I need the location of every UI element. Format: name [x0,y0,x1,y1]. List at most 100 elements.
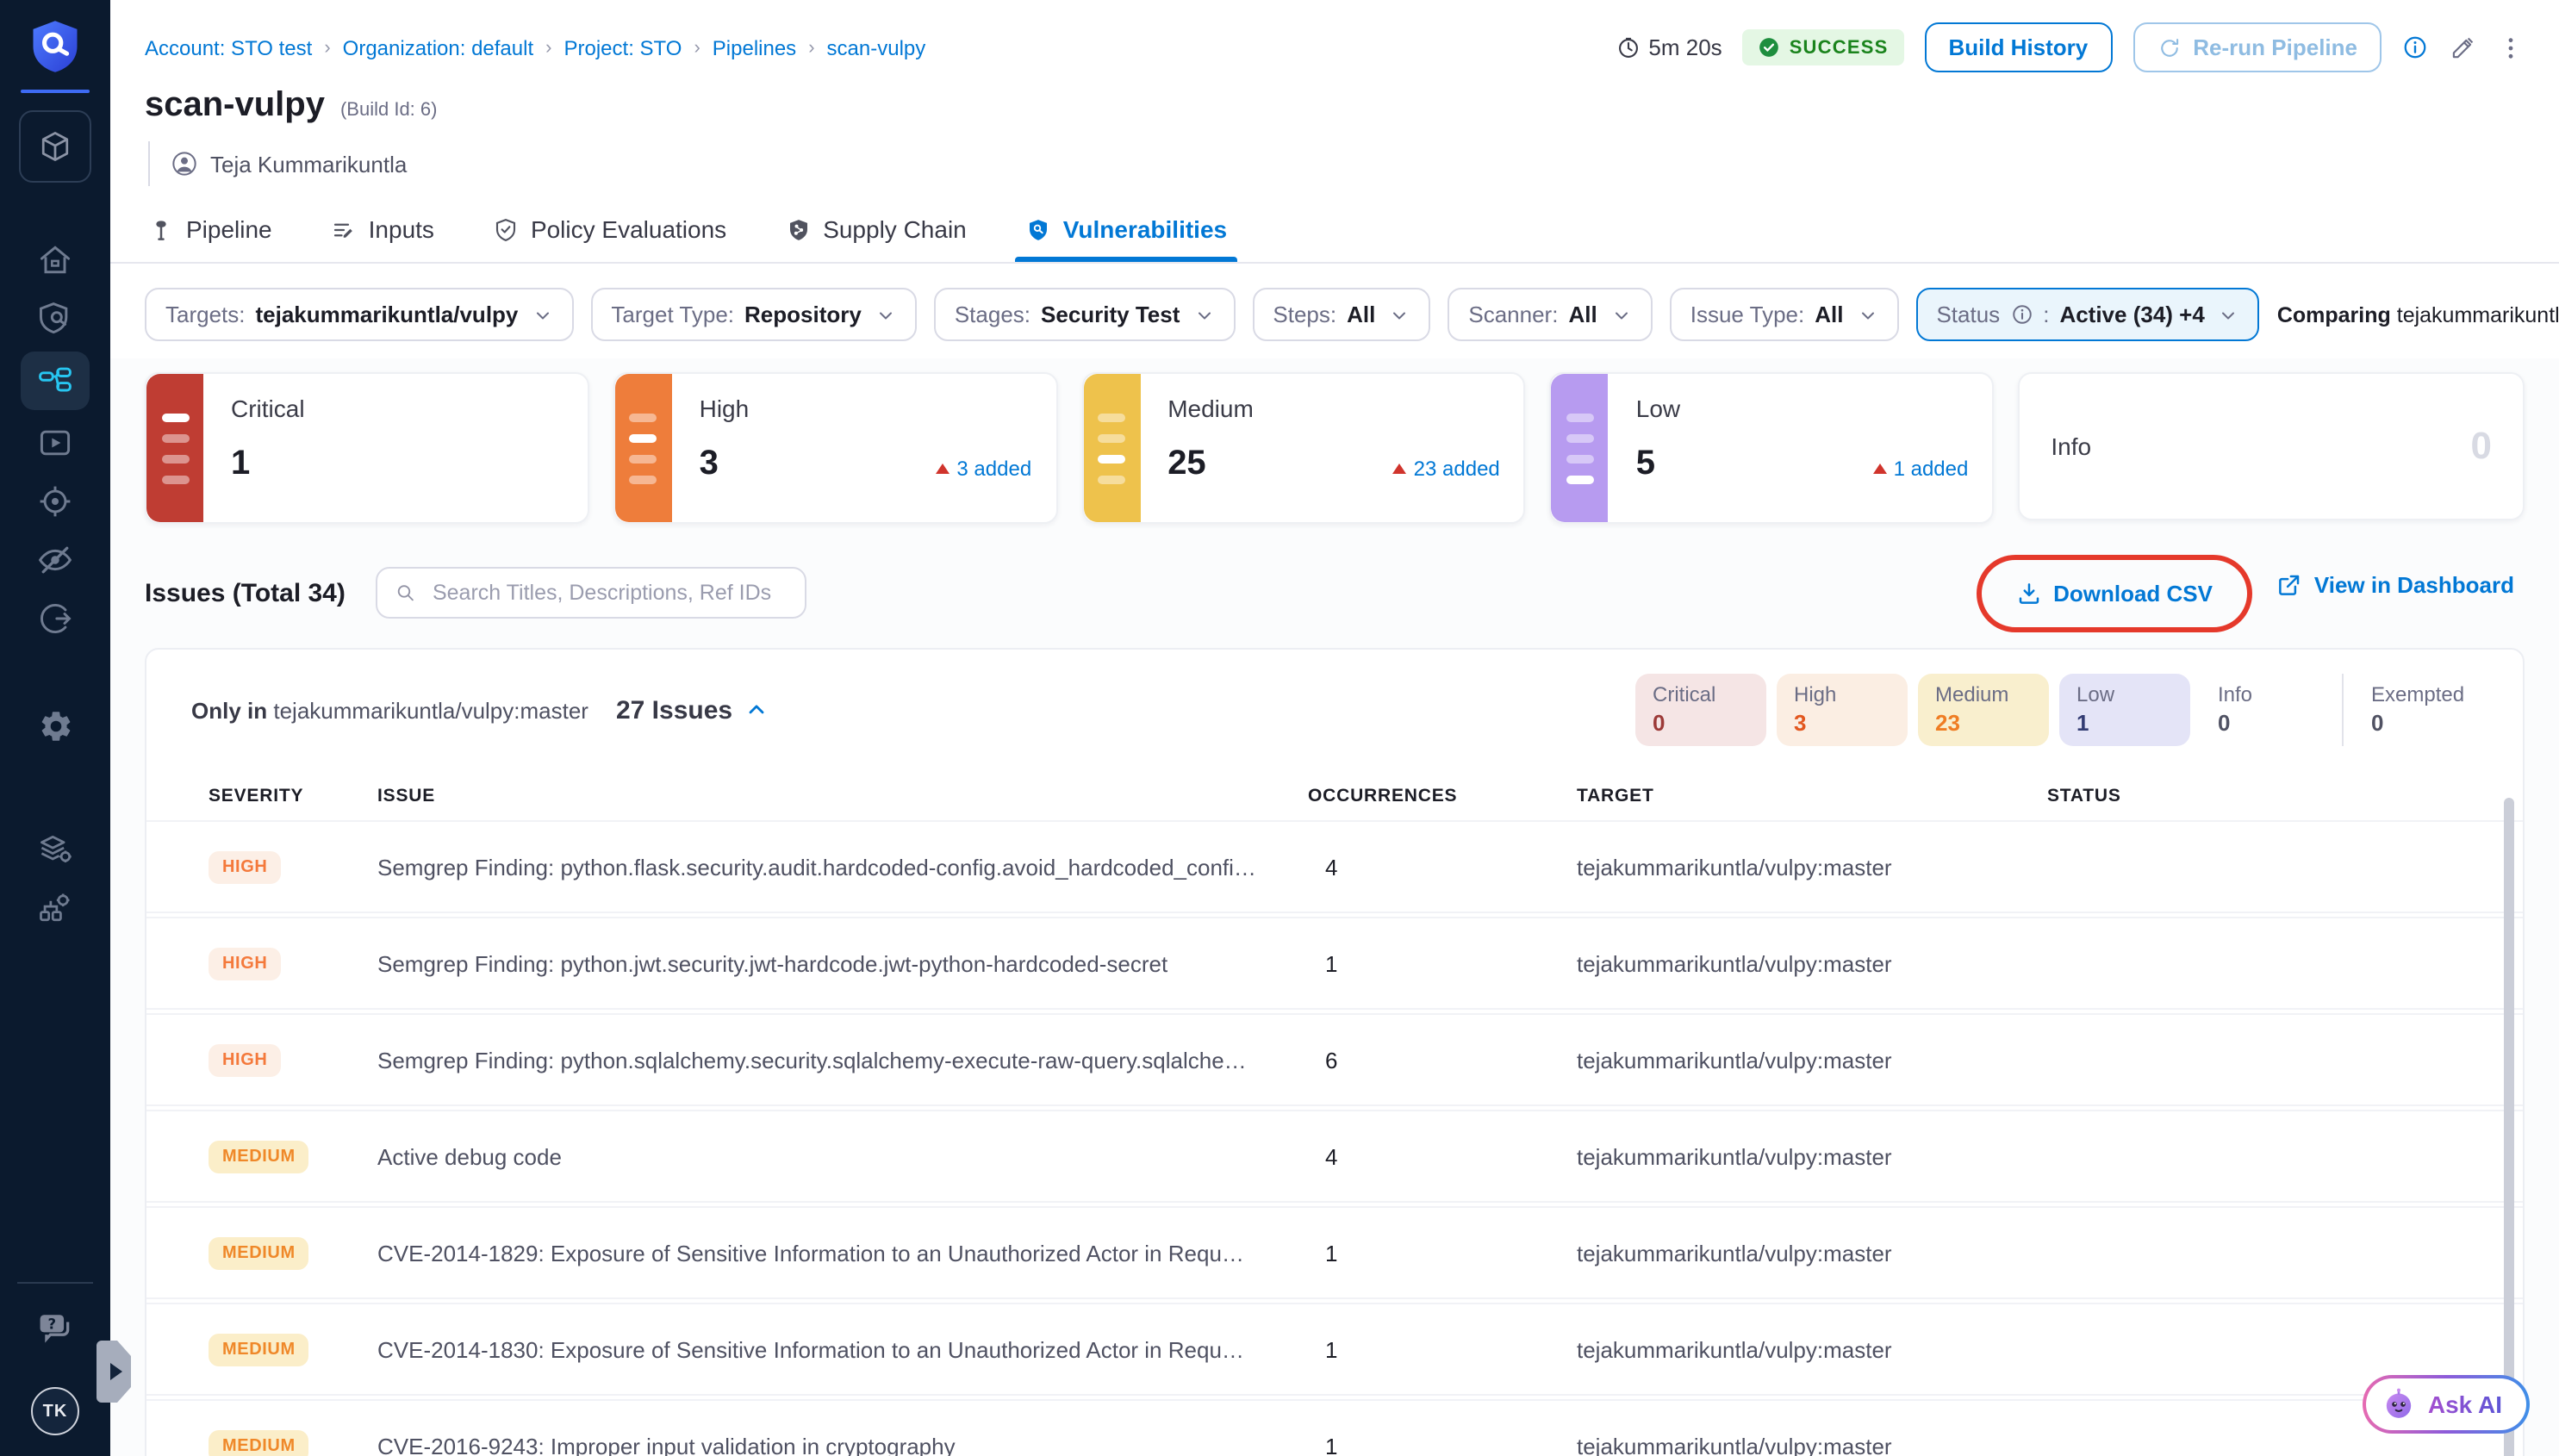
nav-overview[interactable] [21,293,90,345]
issues-count-toggle[interactable]: 27 Issues [616,695,769,725]
tab-vulnerabilities[interactable]: Vulnerabilities [1022,196,1230,262]
occurrences-value: 1 [1308,1240,1577,1266]
nav-settings[interactable] [21,700,90,751]
card-count: 1 [231,446,250,481]
nav-exemptions[interactable] [21,534,90,586]
chevron-down-icon [532,304,552,325]
breadcrumb-account[interactable]: Account: STO test [145,35,312,59]
col-occurrences: OCCURRENCES [1308,786,1577,806]
critical-stripe [146,374,203,522]
target-value: tejakummarikuntla/vulpy:master [1577,854,2047,880]
severity-card-info[interactable]: Info 0 [2018,372,2525,520]
target-value: tejakummarikuntla/vulpy:master [1577,1336,2047,1362]
issues-table-header: SEVERITY ISSUE OCCURRENCES TARGET STATUS [146,770,2523,822]
inputs-tab-icon [331,216,357,242]
nav-executions[interactable] [21,417,90,469]
severity-card-low[interactable]: Low 5 1 added [1550,372,1995,524]
chip-high: High3 [1777,674,1908,746]
filter-targets[interactable]: Targets:tejakummarikuntla/vulpy [145,288,573,341]
view-in-dashboard-button[interactable]: View in Dashboard [2266,570,2525,600]
issue-row[interactable]: HIGH Semgrep Finding: python.sqlalchemy.… [146,1015,2523,1104]
issue-row[interactable]: MEDIUM CVE-2014-1830: Exposure of Sensit… [146,1304,2523,1394]
pipeline-tab-icon [148,216,174,242]
user-avatar[interactable]: TK [31,1387,79,1435]
filter-target-type[interactable]: Target Type:Repository [590,288,916,341]
more-options-button[interactable] [2497,34,2525,61]
card-count: 0 [2470,424,2492,469]
issue-row[interactable]: MEDIUM CVE-2016-9243: Improper input val… [146,1401,2523,1456]
download-csv-button[interactable]: Download CSV [2005,579,2223,608]
ask-ai-button[interactable]: Ask AI [2363,1375,2530,1434]
build-history-button[interactable]: Build History [1924,22,2112,72]
module-selector-button[interactable] [19,110,91,183]
triggered-by-user: Teja Kummarikuntla [148,141,2525,186]
tab-pipeline[interactable]: Pipeline [145,196,276,262]
added-delta: 23 added [1393,457,1500,481]
severity-badge: MEDIUM [209,1141,309,1173]
filter-steps[interactable]: Steps:All [1252,288,1430,341]
cube-icon [36,128,74,165]
tab-supply-chain[interactable]: Supply Chain [781,196,970,262]
nav-home[interactable] [21,234,90,286]
home-icon [36,241,74,279]
help-button[interactable] [21,1301,90,1353]
chip-exempted: Exempted0 [2342,674,2485,746]
eye-off-icon [36,541,74,579]
occurrences-value: 4 [1308,854,1577,880]
search-input[interactable] [429,579,788,607]
severity-card-critical[interactable]: Critical 1 [145,372,589,524]
sidebar: TK [0,0,110,1456]
card-label: Info [2051,432,2091,460]
card-label: High [700,395,1032,422]
issues-panel: Only in tejakummarikuntla/vulpy:master 2… [145,648,2525,1456]
issue-row[interactable]: MEDIUM CVE-2014-1829: Exposure of Sensit… [146,1208,2523,1297]
edit-pipeline-button[interactable] [2449,34,2476,61]
high-stripe [615,374,672,522]
gear-icon [37,707,73,744]
table-scrollbar[interactable] [2504,798,2514,1456]
chevron-down-icon [875,304,896,325]
nav-getting-started[interactable] [21,593,90,644]
harness-sto-logo[interactable] [26,17,84,76]
breadcrumb-project[interactable]: Project: STO [564,35,682,59]
breadcrumb-separator: › [694,37,700,58]
issue-row[interactable]: HIGH Semgrep Finding: python.jwt.securit… [146,918,2523,1008]
clock-icon [1616,35,1640,59]
filter-stages[interactable]: Stages:Security Test [934,288,1236,341]
nav-pipelines[interactable] [21,352,90,410]
breadcrumb-separator: › [545,37,551,58]
tab-policy-evaluations[interactable]: Policy Evaluations [489,196,730,262]
card-count: 25 [1167,446,1206,481]
comparing-info: Comparing tejakummarikuntla/vulpy:master… [2277,302,2559,327]
issue-row[interactable]: MEDIUM Active debug code 4 tejakummariku… [146,1111,2523,1201]
info-icon [2402,34,2428,60]
col-issue: ISSUE [377,786,1308,806]
nav-environments[interactable] [21,824,90,875]
rerun-info-button[interactable] [2402,34,2428,60]
issue-row[interactable]: HIGH Semgrep Finding: python.flask.secur… [146,822,2523,912]
external-link-icon [2276,572,2302,598]
execution-tabs: Pipeline Inputs Policy Evaluations Suppl… [110,196,2559,264]
filter-issue-type[interactable]: Issue Type:All [1670,288,1899,341]
nav-infrastructure[interactable] [21,882,90,934]
issues-search[interactable] [377,567,807,619]
card-label: Medium [1167,395,1500,422]
chip-low: Low1 [2059,674,2190,746]
col-status: STATUS [2047,786,2523,806]
tab-inputs[interactable]: Inputs [327,196,438,262]
breadcrumb-organization[interactable]: Organization: default [343,35,534,59]
filter-status[interactable]: Status : Active (34) +4 [1915,288,2259,341]
issue-title: CVE-2014-1830: Exposure of Sensitive Inf… [377,1336,1308,1362]
filter-scanner[interactable]: Scanner:All [1448,288,1652,341]
severity-card-medium[interactable]: Medium 25 23 added [1081,372,1526,524]
target-value: tejakummarikuntla/vulpy:master [1577,1433,2047,1456]
ask-ai-label: Ask AI [2428,1391,2502,1418]
severity-badge: MEDIUM [209,1237,309,1270]
breadcrumb-pipelines[interactable]: Pipelines [713,35,796,59]
issue-title: Semgrep Finding: python.sqlalchemy.secur… [377,1047,1308,1073]
rerun-pipeline-button[interactable]: Re-run Pipeline [2132,22,2382,72]
breadcrumb-current[interactable]: scan-vulpy [827,35,926,59]
nav-targets[interactable] [21,476,90,527]
severity-card-high[interactable]: High 3 3 added [613,372,1058,524]
chat-help-icon [36,1308,74,1346]
